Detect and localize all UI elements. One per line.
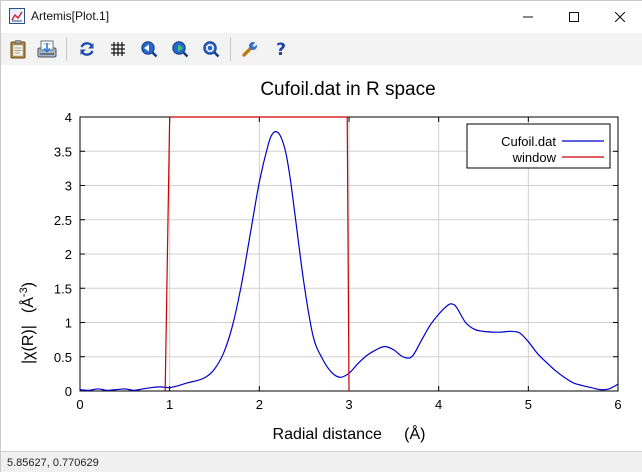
window-title: Artemis[Plot.1]	[31, 9, 110, 23]
y-tick-label: 2	[65, 247, 72, 262]
legend-label-window: window	[512, 150, 557, 165]
y-tick-label: 1.5	[54, 281, 72, 296]
r-space-chart[interactable]: 0 1 2 3 4 5 6 0 0.5 1 1.5 2 2.5 3 3.5 4 Cufoil.dat in R…	[1, 65, 642, 451]
legend-label-data: Cufoil.dat	[501, 134, 556, 149]
grid-icon	[111, 42, 125, 56]
y-tick-label: 1	[65, 316, 72, 331]
plot-window: Artemis[Plot.1] ? 0 1 2 3 4 5 6 0 0.5 1 …	[0, 0, 642, 472]
zoom-icon	[203, 41, 220, 58]
zoom-forward-icon	[172, 41, 189, 58]
minimize-button[interactable]	[505, 1, 551, 33]
zoom-back-icon	[141, 41, 158, 58]
x-tick-label: 5	[525, 397, 532, 412]
x-tick-label: 3	[345, 397, 352, 412]
status-bar: 5.85627, 0.770629	[1, 451, 642, 472]
y-axis-label-unit-close: )	[20, 282, 37, 287]
y-tick-label: 0	[65, 384, 72, 399]
help-button[interactable]: ?	[269, 37, 293, 61]
legend: Cufoil.dat window	[466, 123, 611, 169]
cursor-coordinates: 5.85627, 0.770629	[7, 457, 99, 469]
y-tick-label: 3.5	[54, 144, 72, 159]
toolbar-separator	[66, 37, 67, 61]
help-icon: ?	[276, 40, 286, 58]
grid-button[interactable]	[106, 37, 130, 61]
x-tick-label: 0	[76, 397, 83, 412]
y-axis-label: |χ(R)| (Å-3)	[18, 282, 37, 364]
zoom-button[interactable]	[199, 37, 223, 61]
minimize-icon	[523, 16, 533, 18]
x-axis-label: Radial distance (Å)	[273, 424, 426, 443]
toolbar-separator	[230, 37, 231, 61]
x-tick-label: 1	[166, 397, 173, 412]
save-button[interactable]	[35, 37, 59, 61]
clipboard-icon	[10, 40, 26, 59]
x-tick-label: 4	[435, 397, 442, 412]
chart-title: Cufoil.dat in R space	[260, 79, 435, 100]
zoom-back-button[interactable]	[137, 37, 161, 61]
close-button[interactable]	[597, 1, 642, 33]
plot-area[interactable]: 0 1 2 3 4 5 6 0 0.5 1 1.5 2 2.5 3 3.5 4 Cufoil.dat in R…	[1, 65, 642, 451]
y-axis-label-main: |χ(R)|	[20, 325, 37, 364]
wrench-icon	[242, 41, 258, 57]
save-icon	[37, 40, 57, 58]
y-axis-label-exponent: -3	[18, 287, 30, 297]
x-tick-label: 2	[256, 397, 263, 412]
toolbar: ?	[1, 33, 642, 65]
y-tick-label: 4	[65, 110, 72, 125]
replot-button[interactable]	[75, 37, 99, 61]
refresh-icon	[80, 42, 94, 56]
y-tick-label: 3	[65, 179, 72, 194]
svg-text:?: ?	[276, 40, 286, 58]
y-axis-label-unit: (Å	[18, 297, 37, 313]
y-tick-label: 2.5	[54, 213, 72, 228]
y-tick-label: 0.5	[54, 350, 72, 365]
x-tick-label: 6	[614, 397, 621, 412]
copy-button[interactable]	[6, 37, 30, 61]
title-bar[interactable]: Artemis[Plot.1]	[1, 1, 642, 33]
maximize-icon	[569, 12, 579, 22]
zoom-forward-button[interactable]	[168, 37, 192, 61]
close-icon	[615, 12, 625, 22]
app-icon	[9, 8, 25, 24]
settings-button[interactable]	[238, 37, 262, 61]
maximize-button[interactable]	[551, 1, 597, 33]
